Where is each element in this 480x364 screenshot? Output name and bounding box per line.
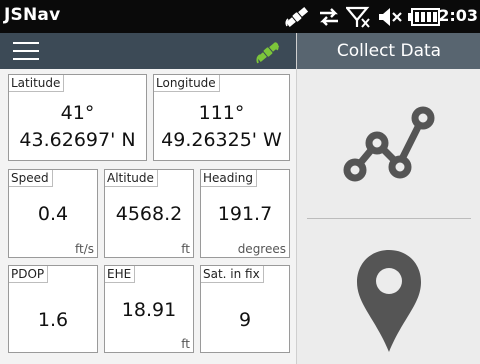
- collect-data-panel: Collect Data: [296, 33, 480, 364]
- altitude-unit: ft: [181, 242, 190, 256]
- collect-data-title: Collect Data: [297, 33, 480, 69]
- ehe-label: EHE: [105, 266, 136, 283]
- altitude-value: 4568.2: [115, 203, 183, 225]
- satellite-icon: [285, 6, 309, 28]
- gps-info-panel: Latitude 41° 43.62697' N Longitude 111° …: [0, 33, 296, 364]
- map-pin-icon[interactable]: [355, 248, 423, 358]
- speed-card: Speed 0.4 ft/s: [8, 169, 98, 258]
- clock: 2:03: [438, 6, 478, 25]
- altitude-label: Altitude: [105, 170, 158, 187]
- volume-muted-icon: [379, 8, 402, 26]
- sync-icon: [320, 8, 338, 26]
- app-title: JSNav: [4, 5, 61, 25]
- no-signal-icon: [346, 6, 370, 28]
- pdop-value: 1.6: [37, 309, 69, 331]
- ehe-card: EHE 18.91 ft: [104, 265, 194, 353]
- heading-value: 191.7: [217, 203, 273, 225]
- polyline-icon[interactable]: [339, 103, 439, 193]
- speed-label: Speed: [9, 170, 53, 187]
- ehe-value: 18.91: [121, 299, 177, 321]
- latitude-label: Latitude: [9, 75, 65, 92]
- longitude-label: Longitude: [154, 75, 220, 92]
- pdop-label: PDOP: [9, 266, 49, 283]
- longitude-card: Longitude 111° 49.26325' W: [153, 74, 290, 161]
- speed-unit: ft/s: [74, 242, 94, 256]
- heading-label: Heading: [201, 170, 257, 187]
- longitude-degrees: 111°: [198, 102, 245, 124]
- latitude-minutes: 43.62697' N: [19, 129, 136, 151]
- toolbar: [0, 33, 296, 69]
- pdop-card: PDOP 1.6: [8, 265, 98, 353]
- sats-value: 9: [238, 309, 252, 331]
- longitude-minutes: 49.26325' W: [161, 129, 282, 151]
- battery-icon: [408, 8, 440, 26]
- speed-value: 0.4: [37, 203, 69, 225]
- sats-label: Sat. in fix: [201, 266, 264, 283]
- hamburger-menu-icon[interactable]: [13, 42, 39, 62]
- satellite-status-icon[interactable]: [255, 39, 281, 65]
- latitude-degrees: 41°: [60, 102, 95, 124]
- altitude-card: Altitude 4568.2 ft: [104, 169, 194, 258]
- sats-card: Sat. in fix 9: [200, 265, 290, 353]
- panel-divider: [307, 218, 471, 219]
- status-bar: JSNav 2:03: [0, 0, 480, 33]
- heading-unit: degrees: [237, 242, 286, 256]
- ehe-unit: ft: [181, 337, 190, 351]
- latitude-card: Latitude 41° 43.62697' N: [8, 74, 147, 161]
- heading-card: Heading 191.7 degrees: [200, 169, 290, 258]
